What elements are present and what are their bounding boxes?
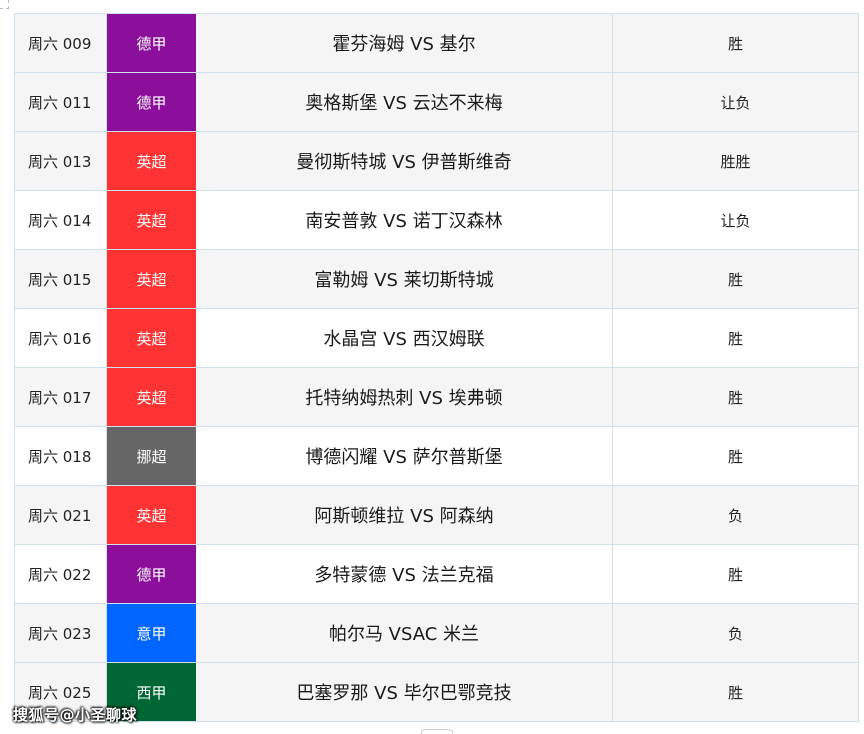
table-row: 周六 015 英超 富勒姆 VS 莱切斯特城 胜 — [15, 250, 859, 309]
league-badge: 英超 — [107, 368, 196, 426]
match-result: 胜 — [613, 545, 859, 603]
match-code: 周六 016 — [15, 309, 107, 367]
match-code: 周六 011 — [15, 73, 107, 131]
table-row: 周六 011 德甲 奥格斯堡 VS 云达不来梅 让负 — [15, 73, 859, 132]
league-badge: 英超 — [107, 132, 196, 190]
match-result: 让负 — [613, 73, 859, 131]
match-result: 胜胜 — [613, 132, 859, 190]
match-teams: 奥格斯堡 VS 云达不来梅 — [196, 73, 613, 131]
table-row: 周六 021 英超 阿斯顿维拉 VS 阿森纳 负 — [15, 486, 859, 545]
match-code: 周六 023 — [15, 604, 107, 662]
match-result: 负 — [613, 604, 859, 662]
table-row: 周六 016 英超 水晶宫 VS 西汉姆联 胜 — [15, 309, 859, 368]
league-badge: 德甲 — [107, 14, 196, 72]
match-result: 负 — [613, 486, 859, 544]
match-result: 胜 — [613, 427, 859, 485]
watermark: 搜狐号@小圣聊球 — [13, 706, 138, 724]
match-code: 周六 018 — [15, 427, 107, 485]
match-teams: 阿斯顿维拉 VS 阿森纳 — [196, 486, 613, 544]
table-row: 周六 013 英超 曼彻斯特城 VS 伊普斯维奇 胜胜 — [15, 132, 859, 191]
match-code: 周六 021 — [15, 486, 107, 544]
match-result: 胜 — [613, 663, 859, 721]
match-code: 周六 009 — [15, 14, 107, 72]
match-table: 周六 009 德甲 霍芬海姆 VS 基尔 胜 周六 011 德甲 奥格斯堡 VS… — [14, 13, 859, 722]
league-badge: 英超 — [107, 191, 196, 249]
match-code: 周六 013 — [15, 132, 107, 190]
match-teams: 托特纳姆热刺 VS 埃弗顿 — [196, 368, 613, 426]
match-teams: 水晶宫 VS 西汉姆联 — [196, 309, 613, 367]
match-result: 胜 — [613, 250, 859, 308]
match-teams: 帕尔马 VSAC 米兰 — [196, 604, 613, 662]
match-teams: 博德闪耀 VS 萨尔普斯堡 — [196, 427, 613, 485]
corner-marker — [0, 0, 9, 9]
table-row: 周六 022 德甲 多特蒙德 VS 法兰克福 胜 — [15, 545, 859, 604]
bottom-tab-handle[interactable] — [421, 729, 453, 734]
match-teams: 霍芬海姆 VS 基尔 — [196, 14, 613, 72]
table-row: 周六 023 意甲 帕尔马 VSAC 米兰 负 — [15, 604, 859, 663]
match-teams: 富勒姆 VS 莱切斯特城 — [196, 250, 613, 308]
match-teams: 多特蒙德 VS 法兰克福 — [196, 545, 613, 603]
page: 周六 009 德甲 霍芬海姆 VS 基尔 胜 周六 011 德甲 奥格斯堡 VS… — [0, 0, 864, 734]
match-teams: 南安普敦 VS 诺丁汉森林 — [196, 191, 613, 249]
league-badge: 英超 — [107, 250, 196, 308]
table-row: 周六 017 英超 托特纳姆热刺 VS 埃弗顿 胜 — [15, 368, 859, 427]
league-badge: 挪超 — [107, 427, 196, 485]
match-code: 周六 017 — [15, 368, 107, 426]
match-teams: 巴塞罗那 VS 毕尔巴鄂竞技 — [196, 663, 613, 721]
match-teams: 曼彻斯特城 VS 伊普斯维奇 — [196, 132, 613, 190]
league-badge: 意甲 — [107, 604, 196, 662]
match-result: 胜 — [613, 368, 859, 426]
match-result: 让负 — [613, 191, 859, 249]
league-badge: 英超 — [107, 309, 196, 367]
match-code: 周六 014 — [15, 191, 107, 249]
league-badge: 英超 — [107, 486, 196, 544]
table-row: 周六 025 西甲 巴塞罗那 VS 毕尔巴鄂竞技 胜 — [15, 663, 859, 722]
match-result: 胜 — [613, 14, 859, 72]
league-badge: 德甲 — [107, 545, 196, 603]
league-badge: 德甲 — [107, 73, 196, 131]
table-row: 周六 014 英超 南安普敦 VS 诺丁汉森林 让负 — [15, 191, 859, 250]
match-code: 周六 015 — [15, 250, 107, 308]
table-row: 周六 018 挪超 博德闪耀 VS 萨尔普斯堡 胜 — [15, 427, 859, 486]
match-code: 周六 022 — [15, 545, 107, 603]
match-result: 胜 — [613, 309, 859, 367]
table-row: 周六 009 德甲 霍芬海姆 VS 基尔 胜 — [15, 14, 859, 73]
